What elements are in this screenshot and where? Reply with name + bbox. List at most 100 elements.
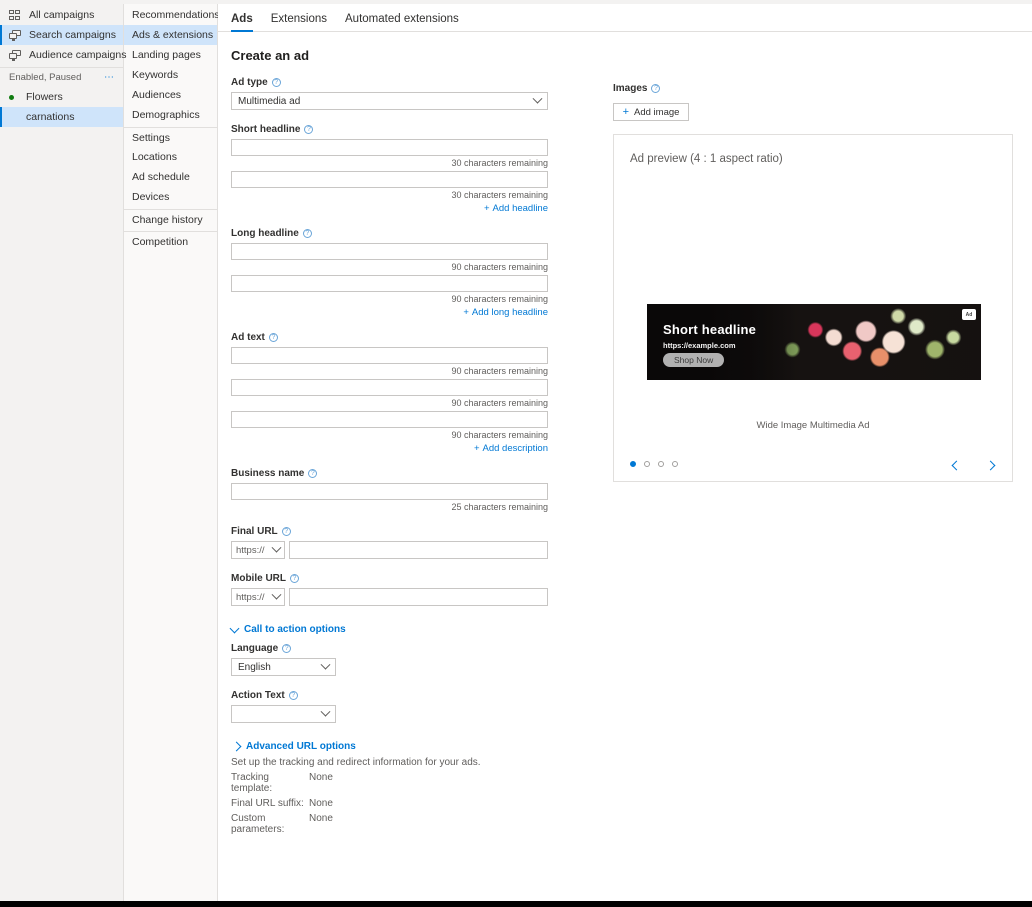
row-key: Tracking template: xyxy=(231,772,273,794)
ad-text-input-3[interactable] xyxy=(231,411,548,428)
sidebar-item-search-campaigns[interactable]: Search campaigns xyxy=(0,25,123,45)
carousel-dot-4[interactable] xyxy=(672,461,678,467)
char-counter: 90 characters remaining xyxy=(451,430,548,440)
ellipsis-icon[interactable]: ⋯ xyxy=(104,72,115,82)
banner-cta-button[interactable]: Shop Now xyxy=(663,353,725,367)
nav-item-demographics[interactable]: Demographics xyxy=(124,105,217,125)
nav-item-landing-pages[interactable]: Landing pages xyxy=(124,45,217,65)
call-to-action-toggle[interactable]: Call to action options xyxy=(229,623,558,635)
final-url-label: Final URL ? xyxy=(231,526,558,537)
label-text: Action Text xyxy=(231,690,285,701)
sidebar-item-audience-campaigns[interactable]: Audience campaigns xyxy=(0,45,126,65)
label-text: Final URL xyxy=(231,526,278,537)
tab-extensions[interactable]: Extensions xyxy=(271,13,327,31)
action-text-select[interactable] xyxy=(231,705,336,723)
nav-item-settings[interactable]: Settings xyxy=(124,127,217,147)
nav-item-ad-schedule[interactable]: Ad schedule xyxy=(124,167,217,187)
tab-label: Extensions xyxy=(270,13,327,25)
add-description-label: Add description xyxy=(482,443,548,454)
carousel-dot-2[interactable] xyxy=(644,461,650,467)
field-action-text: Action Text ? xyxy=(231,690,558,723)
help-icon[interactable]: ? xyxy=(268,333,278,342)
row-value: None xyxy=(309,813,333,824)
campaign-item-carnations[interactable]: carnations xyxy=(0,107,123,127)
char-counter: 90 characters remaining xyxy=(451,366,548,376)
label-text: Mobile URL xyxy=(231,573,286,584)
help-icon[interactable]: ? xyxy=(302,229,312,238)
tab-automated-extensions[interactable]: Automated extensions xyxy=(345,13,459,31)
chevron-left-icon[interactable] xyxy=(950,459,964,473)
campaign-label: carnations xyxy=(26,111,75,123)
help-icon[interactable]: ? xyxy=(651,84,661,93)
content-columns: Ad type ? Multimedia ad Short headline ? xyxy=(218,63,1032,835)
ad-banner-preview[interactable]: Short headline https://example.com Shop … xyxy=(647,304,981,380)
add-image-button[interactable]: + Add image xyxy=(613,103,689,121)
final-url-input[interactable] xyxy=(289,541,548,559)
banner-headline: Short headline xyxy=(663,322,757,337)
bottom-bar xyxy=(0,901,1032,907)
status-dot-icon xyxy=(9,94,14,100)
nav-item-ads-extensions[interactable]: Ads & extensions xyxy=(124,25,217,45)
campaign-filter-label: Enabled, Paused xyxy=(9,72,82,83)
ad-type-select[interactable]: Multimedia ad xyxy=(231,92,548,110)
nav-item-competition[interactable]: Competition xyxy=(124,231,217,251)
language-select[interactable]: English xyxy=(231,658,336,676)
help-icon[interactable]: ? xyxy=(282,644,292,653)
tab-label: Ads xyxy=(231,13,253,25)
short-headline-input-1[interactable] xyxy=(231,139,548,156)
page-title: Create an ad xyxy=(231,48,310,63)
nav-item-devices[interactable]: Devices xyxy=(124,187,217,207)
char-counter: 90 characters remaining xyxy=(451,262,548,272)
long-headline-label: Long headline ? xyxy=(231,228,558,239)
ad-text-input-1[interactable] xyxy=(231,347,548,364)
mobile-url-row: https:// xyxy=(231,588,558,606)
advanced-url-row: Tracking template: None xyxy=(231,772,558,794)
field-ad-text: Ad text ? 90 characters remaining 90 cha… xyxy=(231,332,558,454)
chevron-right-icon xyxy=(231,741,242,752)
business-name-label: Business name ? xyxy=(231,468,558,479)
add-long-headline-button[interactable]: + Add long headline xyxy=(231,307,548,318)
final-url-protocol-select[interactable]: https:// xyxy=(231,541,285,559)
action-text-label: Action Text ? xyxy=(231,690,558,701)
add-description-button[interactable]: + Add description xyxy=(231,443,548,454)
sidebar-item-all-campaigns[interactable]: All campaigns xyxy=(0,5,123,25)
help-icon[interactable]: ? xyxy=(271,78,281,87)
nav-item-keywords[interactable]: Keywords xyxy=(124,65,217,85)
campaign-item-flowers[interactable]: Flowers xyxy=(0,87,123,107)
sidebar-item-label: Search campaigns xyxy=(29,29,116,41)
carousel-arrows xyxy=(950,459,998,473)
char-counter: 90 characters remaining xyxy=(451,294,548,304)
long-headline-input-2[interactable] xyxy=(231,275,548,292)
help-icon[interactable]: ? xyxy=(288,691,298,700)
help-icon[interactable]: ? xyxy=(304,125,314,134)
nav-item-audiences[interactable]: Audiences xyxy=(124,85,217,105)
chevron-right-icon[interactable] xyxy=(984,459,998,473)
long-headline-input-1[interactable] xyxy=(231,243,548,260)
char-counter: 25 characters remaining xyxy=(451,502,548,512)
advanced-url-row: Final URL suffix: None xyxy=(231,798,558,809)
short-headline-input-2[interactable] xyxy=(231,171,548,188)
final-url-row: https:// xyxy=(231,541,558,559)
help-icon[interactable]: ? xyxy=(308,469,318,478)
field-final-url: Final URL ? https:// xyxy=(231,526,558,559)
ad-text-input-2[interactable] xyxy=(231,379,548,396)
mobile-url-protocol-select[interactable]: https:// xyxy=(231,588,285,606)
add-long-headline-label: Add long headline xyxy=(471,307,548,318)
advanced-url-toggle[interactable]: Advanced URL options xyxy=(231,741,558,752)
ad-badge-icon: Ad xyxy=(962,309,976,320)
nav-item-recommendations[interactable]: Recommendations xyxy=(124,5,220,25)
add-headline-button[interactable]: + Add headline xyxy=(231,203,548,214)
campaign-filter-section: Enabled, Paused ⋯ xyxy=(0,67,123,87)
help-icon[interactable]: ? xyxy=(290,574,299,583)
mobile-url-input[interactable] xyxy=(289,588,548,606)
nav-item-label: Locations xyxy=(132,151,177,163)
carousel-dot-3[interactable] xyxy=(658,461,664,467)
field-long-headline: Long headline ? 90 characters remaining … xyxy=(231,228,558,318)
tab-bar: Ads Extensions Automated extensions xyxy=(218,0,1032,32)
nav-item-locations[interactable]: Locations xyxy=(124,147,217,167)
tab-ads[interactable]: Ads xyxy=(231,13,253,32)
business-name-input[interactable] xyxy=(231,483,548,500)
nav-item-change-history[interactable]: Change history xyxy=(124,209,217,229)
carousel-dot-1[interactable] xyxy=(630,461,636,467)
help-icon[interactable]: ? xyxy=(281,527,291,536)
